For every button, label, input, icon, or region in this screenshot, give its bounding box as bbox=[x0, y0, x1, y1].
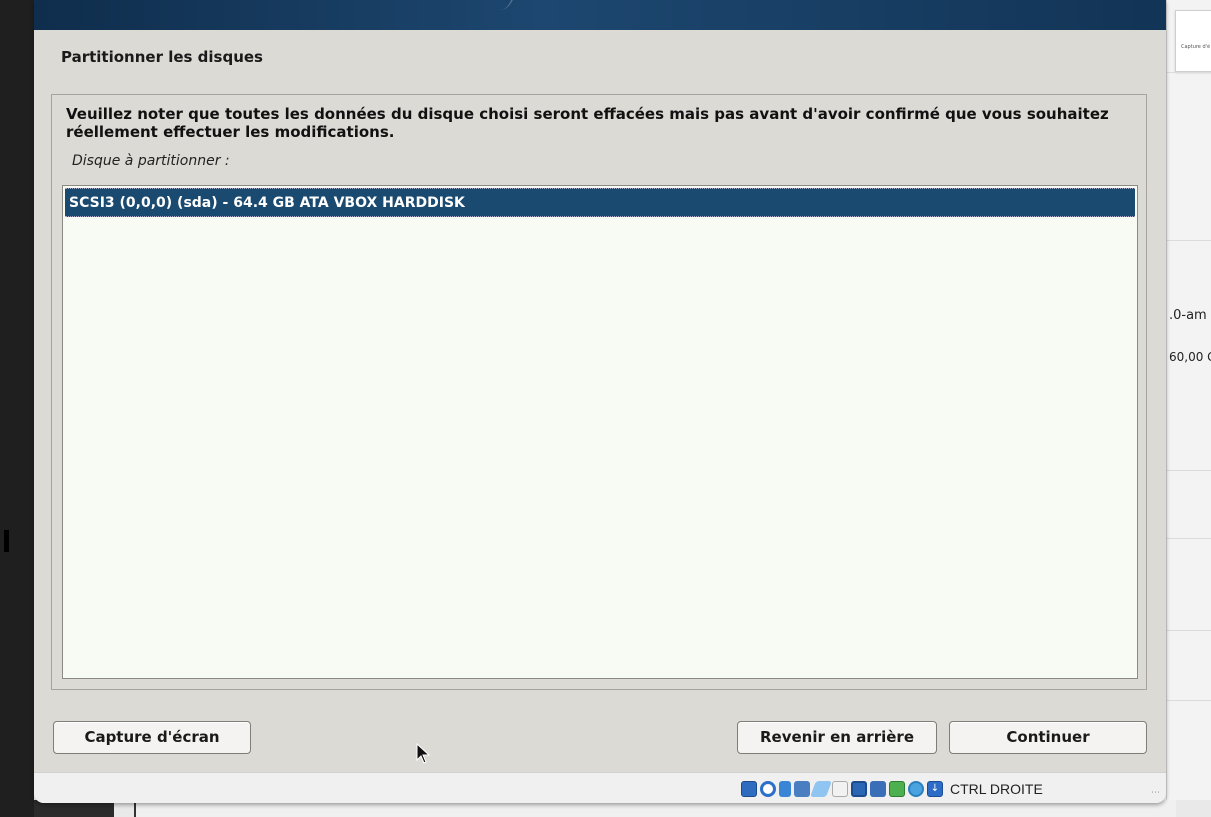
host-divider bbox=[1167, 72, 1211, 73]
recording-icon[interactable] bbox=[870, 781, 886, 797]
statusbar-tray: ↓ CTRL DROITE bbox=[741, 780, 1043, 798]
back-button[interactable]: Revenir en arrière bbox=[737, 721, 937, 754]
shared-folder-icon[interactable] bbox=[810, 781, 832, 797]
disk-list-label: Disque à partitionner : bbox=[72, 153, 230, 169]
host-edge-mark bbox=[4, 530, 9, 552]
host-right-panel: Capture d'é .0-am 60,00 G bbox=[1166, 0, 1211, 817]
cpu-icon[interactable] bbox=[889, 781, 905, 797]
blank-icon[interactable] bbox=[832, 781, 848, 797]
resize-grip-icon[interactable]: ⋯ bbox=[1151, 788, 1160, 798]
usb-icon[interactable] bbox=[779, 781, 791, 797]
host-text-fragment: .0-am bbox=[1169, 308, 1207, 323]
host-left-strip bbox=[0, 0, 34, 817]
host-key-label: CTRL DROITE bbox=[950, 781, 1043, 797]
host-divider bbox=[1167, 538, 1211, 539]
continue-button[interactable]: Continuer bbox=[949, 721, 1147, 754]
warning-notice: Veuillez noter que toutes les données du… bbox=[66, 105, 1109, 141]
host-divider bbox=[1167, 470, 1211, 471]
content-panel: Veuillez noter que toutes les données du… bbox=[51, 94, 1147, 690]
host-thumbnail[interactable] bbox=[1175, 10, 1211, 72]
vm-statusbar: ↓ CTRL DROITE ⋯ bbox=[34, 772, 1166, 803]
display-icon[interactable] bbox=[851, 781, 867, 797]
optical-drive-icon[interactable] bbox=[760, 781, 776, 797]
vm-window: Partitionner les disques Veuillez noter … bbox=[34, 0, 1166, 803]
screenshot-button[interactable]: Capture d'écran bbox=[53, 721, 251, 754]
disk-list[interactable]: SCSI3 (0,0,0) (sda) - 64.4 GB ATA VBOX H… bbox=[62, 185, 1138, 679]
disk-list-item-selected[interactable]: SCSI3 (0,0,0) (sda) - 64.4 GB ATA VBOX H… bbox=[65, 188, 1135, 217]
hard-disk-icon[interactable] bbox=[741, 781, 757, 797]
host-thumbnail-caption: Capture d'é bbox=[1181, 44, 1211, 50]
host-divider bbox=[1167, 240, 1211, 241]
banner-decoration bbox=[484, 0, 516, 10]
network-icon[interactable] bbox=[794, 781, 810, 797]
host-divider bbox=[1167, 700, 1211, 701]
guest-additions-icon[interactable] bbox=[908, 781, 924, 797]
mouse-pointer-icon bbox=[416, 743, 430, 764]
host-text-fragment: 60,00 G bbox=[1169, 350, 1211, 364]
installer-banner bbox=[34, 0, 1166, 30]
host-divider bbox=[1167, 630, 1211, 631]
mouse-integration-icon[interactable]: ↓ bbox=[927, 781, 943, 797]
page-title: Partitionner les disques bbox=[61, 48, 263, 66]
